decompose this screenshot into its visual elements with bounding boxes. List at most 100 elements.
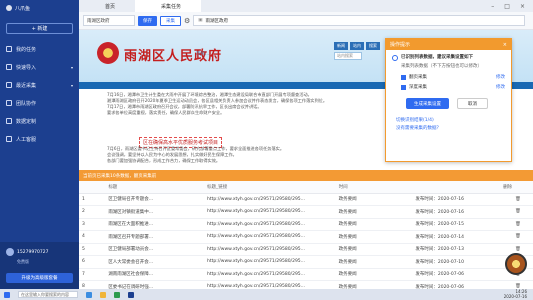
edge-icon[interactable] <box>86 291 92 298</box>
popup-message-text: 已识别列表数据，建议采集设置如下 <box>401 55 473 60</box>
table-header-row: 标题 标题_链接 时间 删除 <box>79 181 533 194</box>
cell-date: 发布时间：2020-07-16 <box>412 193 501 206</box>
task-name-input[interactable]: 雨湖区政府 <box>83 15 135 26</box>
tab-task[interactable]: 采集任务 <box>135 0 202 12</box>
cancel-button[interactable]: 取消 <box>457 98 488 109</box>
task-icon <box>6 46 12 52</box>
switch-result-link[interactable]: 切换识别结果(1/4) <box>396 117 505 125</box>
table-row[interactable]: 2 雨湖区对镇街道集中... http://www.xtyh.gov.cn/2957… <box>79 205 533 219</box>
cell-source: 政务要闻 <box>335 193 391 206</box>
cell-empty <box>390 268 413 281</box>
cell-empty <box>390 205 413 219</box>
save-button[interactable]: 保存 <box>138 15 157 26</box>
folder-icon[interactable] <box>100 291 106 298</box>
popup-title: 操作提示 <box>390 42 411 48</box>
row-index: 7 <box>79 268 106 281</box>
close-icon[interactable]: × <box>503 42 507 48</box>
maximize-icon[interactable]: □ <box>504 3 510 10</box>
cell-empty <box>390 255 413 269</box>
app-icon[interactable] <box>114 291 120 298</box>
national-emblem-icon <box>97 42 119 64</box>
sidebar-item-label: 数据定制 <box>16 118 37 125</box>
chevron-down-icon: ▾ <box>70 64 73 70</box>
article-line: 各部门要加强协调配合，形成工作合力，确保工作取得实效。 <box>107 158 221 163</box>
row-index: 6 <box>79 255 106 269</box>
col-header <box>79 181 106 194</box>
delete-icon[interactable]: 🗑 <box>500 218 533 231</box>
cell-title: 湖南雨湖区社会保障... <box>105 268 204 281</box>
checkbox[interactable] <box>401 74 406 80</box>
modify-link[interactable]: 修改 <box>496 84 505 90</box>
gear-icon[interactable]: ⚙ <box>184 17 190 25</box>
article-text-2: 7月6日，雨湖区委书记主持召开区委常委会，研究部署重点工作，要求全面推进各项任务… <box>107 146 423 164</box>
cell-source: 政务要闻 <box>335 268 391 281</box>
table-row[interactable]: 7 湖南雨湖区社会保障... http://www.xtyh.gov.cn/2957… <box>79 268 533 281</box>
sidebar-item-quick-import[interactable]: 快速导入 ▾ <box>0 58 79 76</box>
col-header[interactable]: 标题_链接 <box>204 181 336 194</box>
new-task-button[interactable]: + 新建 <box>6 23 73 34</box>
table-row[interactable]: 6 区人大常委会召开会... http://www.xtyh.gov.cn/2957… <box>79 255 533 269</box>
table-row[interactable]: 1 区卫健局召开专题会... http://www.xtyh.gov.cn/2957… <box>79 193 533 206</box>
check-circle-icon <box>392 55 398 61</box>
octopus-logo-icon <box>6 5 12 11</box>
clock-date: 2020-07-16 <box>503 293 527 299</box>
close-icon[interactable]: × <box>520 3 525 10</box>
windows-start-icon[interactable] <box>4 291 10 298</box>
sidebar-item-my-tasks[interactable]: 我的任务 <box>0 40 79 58</box>
article-line: 要求各单位高度重视，落实责任，确保人民群众生命财产安全。 <box>107 110 225 115</box>
modify-link[interactable]: 修改 <box>496 74 505 80</box>
col-header[interactable]: 标题 <box>105 181 204 194</box>
tab-bar: 首页 采集任务 – □ × <box>79 0 533 12</box>
headset-icon <box>6 136 12 142</box>
sidebar-item-team[interactable]: 团队协作 <box>0 94 79 112</box>
site-tab[interactable]: 搜索 <box>366 42 380 50</box>
url-bar[interactable]: ▣ 雨湖区政府 <box>193 15 525 26</box>
table-row[interactable]: 5 区卫健局部署动员会... http://www.xtyh.gov.cn/2957… <box>79 243 533 256</box>
user-plan: 免费版 <box>17 259 29 264</box>
tab-home[interactable]: 首页 <box>79 0 135 12</box>
row-index: 1 <box>79 193 106 206</box>
minimize-icon[interactable]: – <box>491 3 494 10</box>
col-header[interactable]: 时间 <box>335 181 391 194</box>
cell-source: 政务要闻 <box>335 205 391 219</box>
delete-icon[interactable]: 🗑 <box>500 230 533 244</box>
site-subtitle: 市民... <box>196 52 210 57</box>
table-row[interactable]: 3 雨湖区在大面积推进... http://www.xtyh.gov.cn/2957… <box>79 218 533 231</box>
site-search-tabs: 新闻 站内 搜索 <box>334 42 380 50</box>
site-search-input[interactable]: 站内搜索 <box>334 52 362 60</box>
no-data-link[interactable]: 没有需要采集的数据？ <box>396 125 505 133</box>
site-tab[interactable]: 站内 <box>350 42 364 50</box>
cell-title: 区卫健局部署动员会... <box>105 243 204 256</box>
row-index: 8 <box>79 280 106 289</box>
sidebar-item-label: 团队协作 <box>16 100 37 107</box>
depth-option[interactable]: 深度采集 修改 <box>401 84 505 90</box>
site-tab[interactable]: 新闻 <box>334 42 348 50</box>
os-taskbar: 在这里输入你要搜索的内容 14:26 2020-07-16 <box>0 289 533 300</box>
table-row[interactable]: 4 雨湖区召开专题部署... http://www.xtyh.gov.cn/2957… <box>79 230 533 244</box>
cell-title: 区卫健局召开专题会... <box>105 193 204 206</box>
cell-date: 发布时间：2020-07-06 <box>412 280 501 289</box>
data-icon <box>6 118 12 124</box>
octopus-app-icon[interactable] <box>128 291 134 298</box>
generate-settings-button[interactable]: 生成采集设置 <box>406 98 449 109</box>
user-info[interactable]: 15279970727 <box>6 248 73 256</box>
collect-button[interactable]: 采集 <box>160 15 181 26</box>
cell-link: http://www.xtyh.gov.cn/29571/29580/295..… <box>204 268 336 281</box>
upgrade-button[interactable]: 升级为高级版套餐 <box>6 273 73 283</box>
cell-title: 雨湖区对镇街道集中... <box>105 205 204 219</box>
table-row[interactable]: 8 区委书记在调研时强... http://www.xtyh.gov.cn/2957… <box>79 280 533 289</box>
sidebar-item-support[interactable]: 人工客服 <box>0 130 79 148</box>
delete-icon[interactable]: 🗑 <box>500 193 533 206</box>
taskbar-search-input[interactable]: 在这里输入你要搜索的内容 <box>18 291 78 298</box>
sidebar-item-data-custom[interactable]: 数据定制 <box>0 112 79 130</box>
checkbox[interactable] <box>401 84 406 90</box>
page-icon: ▣ <box>198 18 203 23</box>
sidebar-item-recent[interactable]: 最近采集 ▾ <box>0 76 79 94</box>
paging-option[interactable]: 翻页采集 修改 <box>401 74 505 80</box>
avatar <box>6 248 14 256</box>
cell-link: http://www.xtyh.gov.cn/29571/29580/295..… <box>204 280 336 289</box>
window-controls: – □ × <box>491 3 533 10</box>
delete-icon[interactable]: 🗑 <box>500 280 533 289</box>
team-icon <box>6 100 12 106</box>
delete-icon[interactable]: 🗑 <box>500 205 533 219</box>
